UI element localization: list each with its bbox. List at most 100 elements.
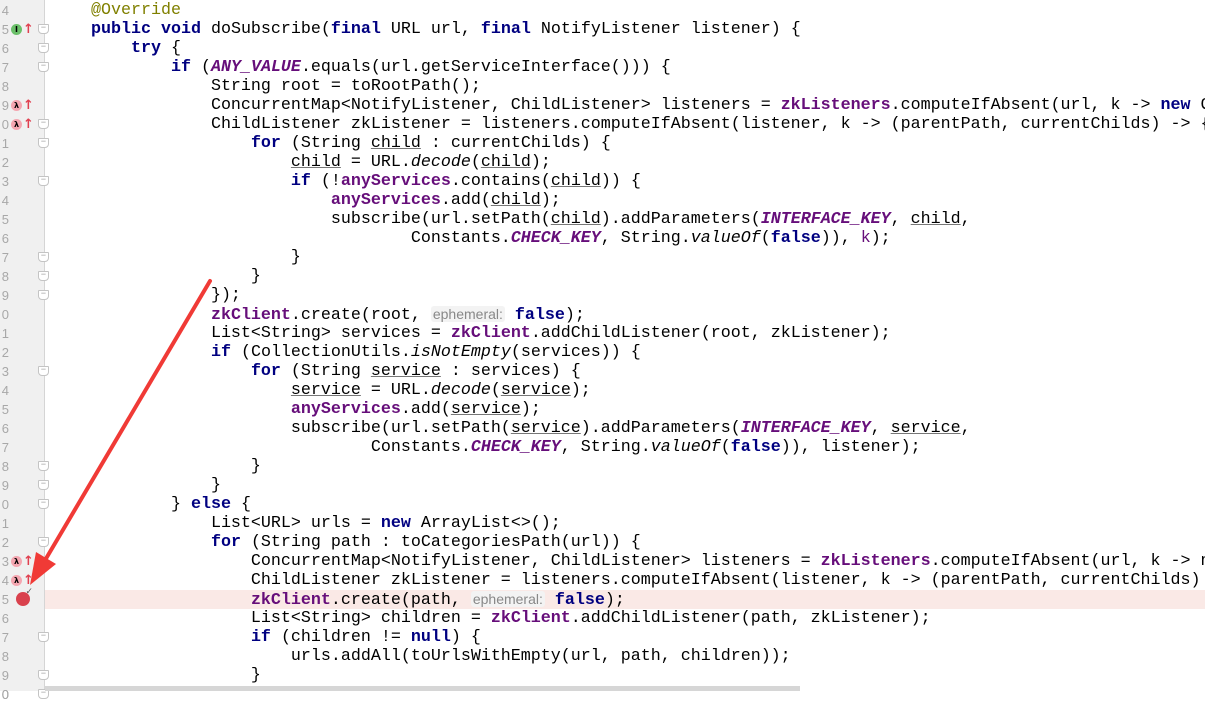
line-number: 8 xyxy=(1,458,9,474)
line-number: 7 xyxy=(1,439,9,455)
code-line[interactable]: subscribe(url.setPath(child).addParamete… xyxy=(45,210,1205,229)
code-line[interactable]: } xyxy=(45,267,1205,286)
code-line[interactable]: List<URL> urls = new ArrayList<>(); xyxy=(45,514,1205,533)
implements-method-icon[interactable]: I xyxy=(11,23,22,35)
code-token: service xyxy=(450,399,521,419)
code-token: child xyxy=(550,171,601,191)
override-up-arrow-icon[interactable]: ↑ xyxy=(23,99,34,112)
code-token: { xyxy=(170,38,181,58)
breakpoint-marker[interactable] xyxy=(11,587,33,609)
code-token: ).addParameters( xyxy=(600,209,761,229)
lambda-icon[interactable]: λ xyxy=(11,99,22,111)
line-number: 2 xyxy=(1,344,9,360)
lambda-icon[interactable]: λ xyxy=(11,574,22,586)
code-token: zkClient xyxy=(450,323,531,343)
code-token: .computeIfAbsent(url, k -> n xyxy=(930,551,1205,571)
code-token: anyServices xyxy=(290,399,401,419)
horizontal-scrollbar[interactable] xyxy=(45,686,800,691)
code-line[interactable]: @Override xyxy=(45,1,1205,20)
code-line[interactable]: if (children != null) { xyxy=(45,628,1205,647)
line-number: 0 xyxy=(1,306,9,322)
code-line[interactable]: } xyxy=(45,476,1205,495)
code-token: , String. xyxy=(560,437,651,457)
code-token: ); xyxy=(870,228,891,248)
code-token: .create(path, xyxy=(330,590,471,610)
code-token: ); xyxy=(540,190,561,210)
code-line[interactable]: anyServices.add(child); xyxy=(45,191,1205,210)
code-line[interactable]: List<String> services = zkClient.addChil… xyxy=(45,324,1205,343)
code-line[interactable]: }); xyxy=(45,286,1205,305)
line-number: 5 xyxy=(1,21,9,37)
code-line[interactable]: anyServices.add(service); xyxy=(45,400,1205,419)
code-line[interactable]: ChildListener zkListener = listeners.com… xyxy=(45,115,1205,134)
lambda-icon[interactable]: λ xyxy=(11,118,22,130)
code-line[interactable]: if (ANY_VALUE.equals(url.getServiceInter… xyxy=(45,58,1205,77)
code-line[interactable]: try { xyxy=(45,39,1205,58)
line-number: 4 xyxy=(1,2,9,18)
override-up-arrow-icon[interactable]: ↑ xyxy=(23,118,34,131)
line-number: 4 xyxy=(1,572,9,588)
code-line[interactable]: zkClient.create(root, ephemeral: false); xyxy=(45,305,1205,325)
code-line[interactable]: ConcurrentMap<NotifyListener, ChildListe… xyxy=(45,552,1205,571)
code-token: child xyxy=(480,152,531,172)
code-token: k xyxy=(860,228,871,248)
code-token: ( xyxy=(720,437,731,457)
lambda-icon[interactable]: λ xyxy=(11,555,22,567)
code-line[interactable]: zkClient.create(path, ephemeral: false); xyxy=(45,589,1205,610)
code-token: : currentChilds) { xyxy=(420,133,611,153)
code-line[interactable]: ConcurrentMap<NotifyListener, ChildListe… xyxy=(45,96,1205,115)
code-line[interactable]: if (!anyServices.contains(child)) { xyxy=(45,172,1205,191)
code-editor[interactable]: @Override public void doSubscribe(final U… xyxy=(45,0,1205,691)
code-line[interactable]: } xyxy=(45,248,1205,267)
code-token: try xyxy=(130,38,171,58)
code-line[interactable]: Constants.CHECK_KEY, String.valueOf(fals… xyxy=(45,438,1205,457)
code-line[interactable]: for (String child : currentChilds) { xyxy=(45,134,1205,153)
code-line[interactable]: } else { xyxy=(45,495,1205,514)
gutter-marker[interactable]: λ ↑ xyxy=(11,115,34,134)
code-token: )) { xyxy=(600,171,641,191)
override-up-arrow-icon[interactable]: ↑ xyxy=(23,555,34,568)
code-token: , String. xyxy=(600,228,691,248)
code-token: zkClient xyxy=(210,305,291,325)
code-line[interactable]: subscribe(url.setPath(service).addParame… xyxy=(45,419,1205,438)
code-line[interactable]: Constants.CHECK_KEY, String.valueOf(fals… xyxy=(45,229,1205,248)
code-token: ); xyxy=(604,590,625,610)
code-line[interactable]: if (CollectionUtils.isNotEmpty(services)… xyxy=(45,343,1205,362)
code-line[interactable]: for (String path : toCategoriesPath(url)… xyxy=(45,533,1205,552)
code-line[interactable]: } xyxy=(45,666,1205,685)
code-line[interactable]: String root = toRootPath(); xyxy=(45,77,1205,96)
gutter-marker[interactable]: λ ↑ xyxy=(11,96,34,115)
line-number: 8 xyxy=(1,78,9,94)
code-line[interactable]: public void doSubscribe(final URL url, f… xyxy=(45,20,1205,39)
gutter-marker[interactable]: λ ↑ xyxy=(11,552,34,571)
line-number: 1 xyxy=(1,515,9,531)
gutter-marker[interactable]: I ↑ xyxy=(11,20,34,39)
code-line[interactable]: urls.addAll(toUrlsWithEmpty(url, path, c… xyxy=(45,647,1205,666)
code-token: for xyxy=(250,361,291,381)
code-token: .computeIfAbsent(url, k -> xyxy=(890,95,1161,115)
override-up-arrow-icon[interactable]: ↑ xyxy=(23,574,34,587)
breakpoint-icon[interactable] xyxy=(16,587,33,606)
code-token: false xyxy=(514,305,565,325)
code-line[interactable]: service = URL.decode(service); xyxy=(45,381,1205,400)
override-up-arrow-icon[interactable]: ↑ xyxy=(23,23,34,36)
code-token: ( xyxy=(490,380,501,400)
code-token: subscribe(url.setPath( xyxy=(91,418,511,438)
code-line[interactable]: } xyxy=(45,457,1205,476)
code-token: decode xyxy=(430,380,491,400)
code-line[interactable]: ChildListener zkListener = listeners.com… xyxy=(45,571,1205,590)
code-line[interactable]: child = URL.decode(child); xyxy=(45,153,1205,172)
code-token: } xyxy=(91,665,261,685)
code-token: .equals(url.getServiceInterface())) { xyxy=(300,57,671,77)
line-number: 4 xyxy=(1,382,9,398)
code-token: anyServices xyxy=(340,171,451,191)
code-line[interactable]: List<String> children = zkClient.addChil… xyxy=(45,609,1205,628)
code-line[interactable]: for (String service : services) { xyxy=(45,362,1205,381)
editor-gutter[interactable]: 4 5 6 7 8 9 0 1 2 3 4 5 6 7 8 9 0 1 2 3 4 5 6 7 8 9 0 1 2 3 4 5 6 7 8 9 0 0 I ↑… xyxy=(0,0,49,702)
